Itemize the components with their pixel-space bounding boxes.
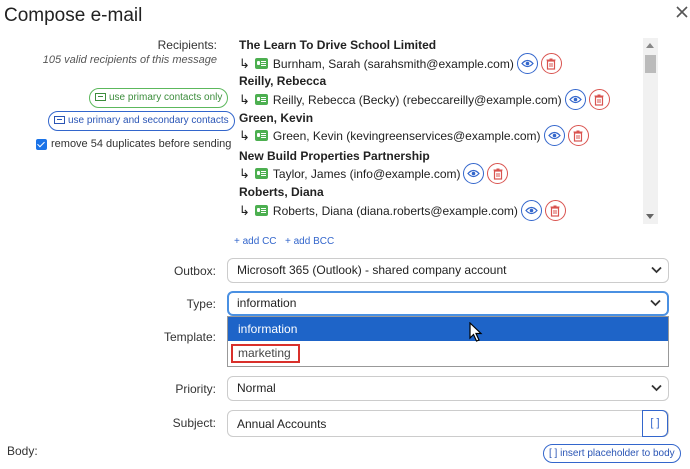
remove-recipient-button[interactable] <box>540 53 562 74</box>
recipient-org: Reilly, Rebecca <box>239 74 327 88</box>
add-cc-link[interactable]: + add CC <box>234 236 277 247</box>
recipient-list-scrollbar[interactable] <box>643 38 658 224</box>
contact-card-icon <box>254 205 268 216</box>
outbox-value: Microsoft 365 (Outlook) - shared company… <box>237 263 507 277</box>
remove-duplicates-label: remove 54 duplicates before sending <box>51 138 232 150</box>
contact-card-icon <box>95 93 106 101</box>
sub-arrow-icon: ↳ <box>239 165 250 181</box>
recipient-contact-text: Green, Kevin (kevingreenservices@example… <box>272 128 541 143</box>
recipient-org: Green, Kevin <box>239 111 314 125</box>
recipient-contact: ↳ Reilly, Rebecca (Becky) (rebeccareilly… <box>239 89 610 110</box>
view-contact-button[interactable] <box>543 125 565 146</box>
highlight-box <box>231 344 300 363</box>
mouse-cursor-icon <box>469 321 483 345</box>
sub-arrow-icon: ↳ <box>239 202 250 218</box>
recipient-contact: ↳ Burnham, Sarah (sarahsmith@example.com… <box>239 53 562 74</box>
recipients-info: Recipients: 105 valid recipients of this… <box>0 38 222 66</box>
priority-value: Normal <box>237 381 276 395</box>
subject-placeholder-button[interactable]: [ ] <box>642 410 668 437</box>
recipient-contact: ↳ Taylor, James (info@example.com) <box>239 163 509 184</box>
view-contact-button[interactable] <box>516 53 538 74</box>
recipient-contact: ↳ Green, Kevin (kevingreenservices@examp… <box>239 125 589 146</box>
body-label: Body: <box>7 444 38 458</box>
chevron-down-icon <box>650 299 661 307</box>
recipient-org: The Learn To Drive School Limited <box>239 38 437 52</box>
recipient-contact: ↳ Roberts, Diana (diana.roberts@example.… <box>239 200 566 221</box>
recipient-contact-text: Burnham, Sarah (sarahsmith@example.com) <box>272 56 514 71</box>
recipient-list: The Learn To Drive School Limited ↳ Burn… <box>232 38 660 224</box>
sub-arrow-icon: ↳ <box>239 91 250 107</box>
sub-arrow-icon: ↳ <box>239 55 250 71</box>
remove-duplicates-checkbox[interactable] <box>36 138 47 150</box>
remove-recipient-button[interactable] <box>567 125 589 146</box>
use-primary-secondary-contacts-label: use primary and secondary contacts <box>68 115 229 126</box>
type-option-information[interactable]: information <box>228 317 668 341</box>
contact-card-icon <box>54 116 65 124</box>
outbox-select[interactable]: Microsoft 365 (Outlook) - shared company… <box>227 258 669 283</box>
remove-recipient-button[interactable] <box>588 89 610 110</box>
recipient-org: New Build Properties Partnership <box>239 149 430 163</box>
recipients-summary: 105 valid recipients of this message <box>42 54 217 66</box>
sub-arrow-icon: ↳ <box>239 127 250 143</box>
recipient-org: Roberts, Diana <box>239 185 324 199</box>
chevron-down-icon <box>651 266 662 274</box>
view-contact-button[interactable] <box>463 163 485 184</box>
subject-value: Annual Accounts <box>237 417 327 431</box>
view-contact-button[interactable] <box>564 89 586 110</box>
scrollbar-thumb[interactable] <box>645 55 656 73</box>
use-primary-contacts-label: use primary contacts only <box>109 92 223 103</box>
dialog-title: Compose e-mail <box>4 5 143 26</box>
contact-card-icon <box>254 94 268 105</box>
chevron-down-icon <box>651 384 662 392</box>
priority-select[interactable]: Normal <box>227 376 669 401</box>
scroll-down-icon[interactable] <box>646 214 654 219</box>
subject-field[interactable]: Annual Accounts [ ] <box>227 410 669 437</box>
type-select[interactable]: information <box>227 291 669 316</box>
type-option-marketing[interactable]: marketing <box>228 341 668 365</box>
remove-recipient-button[interactable] <box>544 200 566 221</box>
contact-card-icon <box>254 168 268 179</box>
type-label: Type: <box>186 297 216 311</box>
view-contact-button[interactable] <box>520 200 542 221</box>
template-label: Template: <box>163 330 216 344</box>
use-primary-secondary-contacts-button[interactable]: use primary and secondary contacts <box>48 111 235 131</box>
use-primary-contacts-button[interactable]: use primary contacts only <box>89 88 229 108</box>
insert-placeholder-button[interactable]: [ ] insert placeholder to body <box>543 444 681 463</box>
remove-recipient-button[interactable] <box>487 163 509 184</box>
contact-card-icon <box>254 130 268 141</box>
recipient-contact-text: Taylor, James (info@example.com) <box>272 166 461 181</box>
type-dropdown-list: information marketing <box>227 316 669 367</box>
contact-card-icon <box>254 58 268 69</box>
recipient-contact-text: Reilly, Rebecca (Becky) (rebeccareilly@e… <box>272 92 562 107</box>
scroll-up-icon[interactable] <box>646 43 654 48</box>
recipients-label: Recipients: <box>157 38 217 52</box>
outbox-label: Outbox: <box>173 264 216 278</box>
add-bcc-link[interactable]: + add BCC <box>285 236 334 247</box>
close-icon[interactable] <box>674 4 690 22</box>
recipient-contact-text: Roberts, Diana (diana.roberts@example.co… <box>272 203 518 218</box>
type-value: information <box>237 296 297 310</box>
priority-label: Priority: <box>175 382 216 396</box>
subject-label: Subject: <box>172 416 216 430</box>
remove-duplicates-option[interactable]: remove 54 duplicates before sending <box>36 138 231 150</box>
